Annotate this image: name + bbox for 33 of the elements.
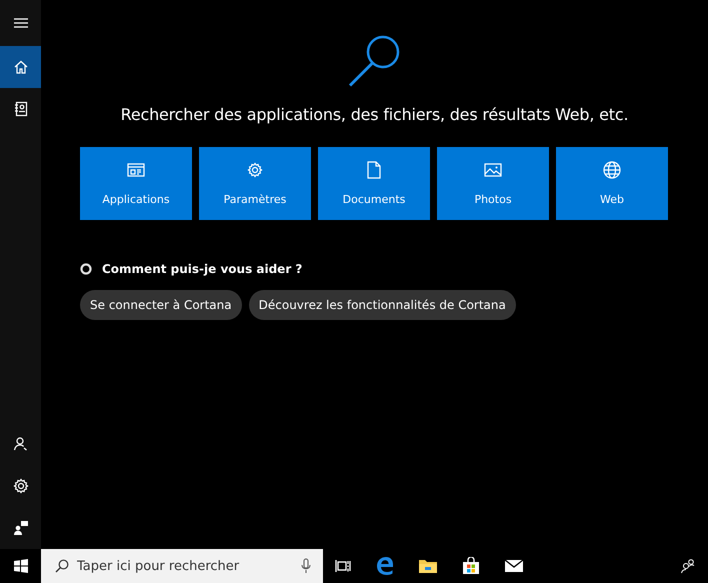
home-tab[interactable] — [0, 46, 41, 88]
envelope-icon — [504, 559, 524, 573]
person-icon — [12, 436, 28, 452]
home-icon — [12, 59, 28, 75]
notebook-icon — [12, 101, 28, 117]
globe-icon — [603, 161, 621, 179]
gear-icon — [247, 162, 263, 178]
taskbar-search-field[interactable]: Taper ici pour rechercher — [41, 549, 323, 583]
category-tile[interactable]: Web — [556, 147, 668, 220]
search-icon — [55, 559, 69, 573]
folder-icon — [418, 558, 438, 574]
document-icon — [367, 161, 381, 179]
search-icon — [348, 34, 402, 88]
settings-icon — [12, 478, 28, 494]
windows-logo-icon — [14, 559, 28, 573]
category-tile[interactable]: Photos — [437, 147, 549, 220]
suggestion-chip[interactable]: Se connecter à Cortana — [80, 290, 242, 320]
category-tile[interactable]: Paramètres — [199, 147, 311, 220]
browser-e-icon — [375, 556, 395, 576]
image-icon — [484, 162, 502, 178]
cortana-prompt: Comment puis-je vous aider ? — [102, 262, 302, 276]
category-tile[interactable]: Documents — [318, 147, 430, 220]
search-heading: Rechercher des applications, des fichiers, des résultats Web, etc. — [120, 105, 630, 124]
category-tile[interactable]: Applications — [80, 147, 192, 220]
app-window-icon — [127, 162, 145, 178]
cortana-ring-icon — [80, 263, 92, 275]
microphone-icon — [301, 558, 311, 574]
people-icon — [680, 558, 696, 574]
shopping-bag-icon — [462, 557, 480, 575]
menu-icon — [14, 18, 28, 28]
feedback-icon — [12, 520, 28, 536]
suggestion-chip[interactable]: Découvrez les fonctionnalités de Cortana — [248, 290, 516, 320]
task-view-icon — [335, 559, 351, 573]
